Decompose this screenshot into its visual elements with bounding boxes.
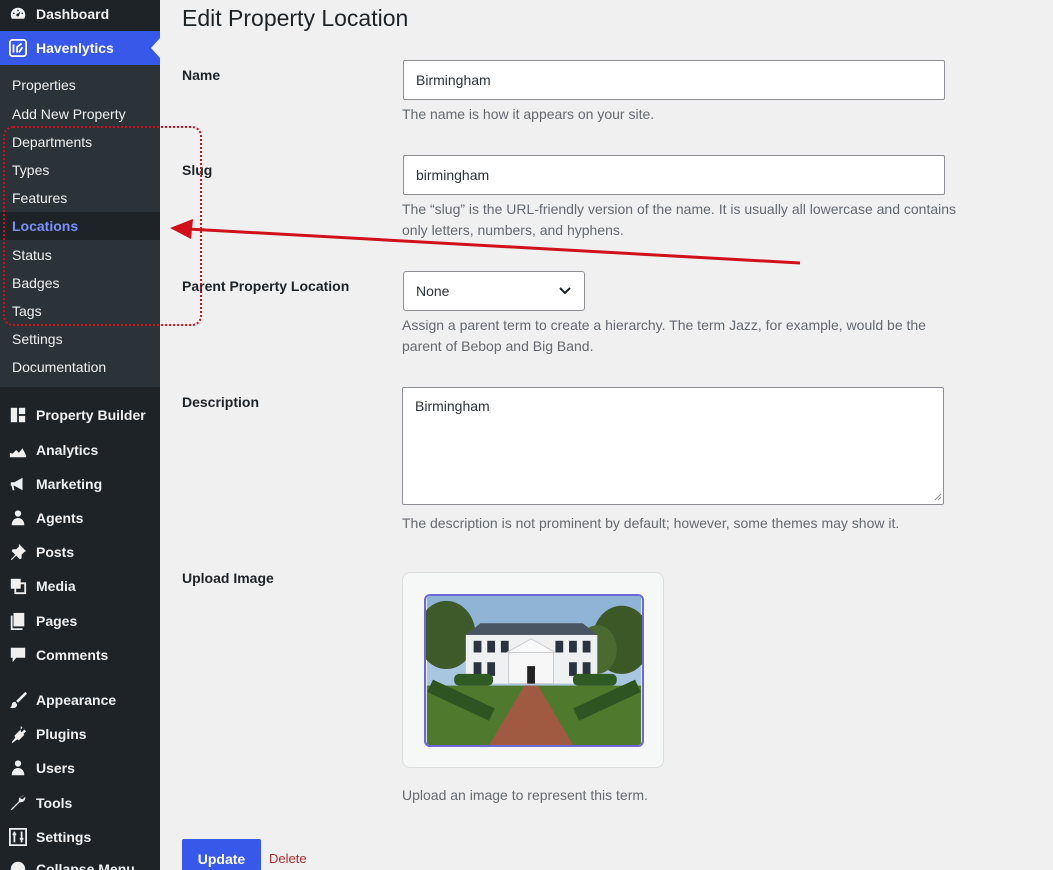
menu-item-users[interactable]: Users	[0, 751, 160, 785]
admin-sidebar: Dashboard Havenlytics Properties Add New…	[0, 0, 160, 870]
havenlytics-submenu: Properties Add New Property Departments …	[0, 65, 160, 387]
pages-icon	[9, 612, 27, 630]
menu-item-collapse[interactable]: Collapse Menu	[0, 852, 160, 870]
menu-item-label: Plugins	[36, 726, 87, 742]
dashboard-icon	[9, 5, 27, 23]
menu-item-label: Dashboard	[36, 6, 110, 22]
menu-item-label: Users	[36, 760, 75, 776]
menu-item-plugins[interactable]: Plugins	[0, 717, 160, 751]
menu-item-label: Media	[36, 578, 76, 594]
description-label: Description	[182, 394, 260, 410]
parent-label: Parent Property Location	[182, 278, 350, 294]
submenu-types[interactable]: Types	[0, 156, 160, 184]
description-textarea[interactable]: Birmingham	[402, 387, 944, 505]
plug-icon	[9, 725, 27, 743]
menu-item-havenlytics[interactable]: Havenlytics	[0, 31, 160, 65]
menu-item-appearance[interactable]: Appearance	[0, 683, 160, 717]
menu-item-pages[interactable]: Pages	[0, 604, 160, 638]
submenu-badges[interactable]: Badges	[0, 269, 160, 297]
menu-item-label: Analytics	[36, 442, 99, 458]
menu-item-marketing[interactable]: Marketing	[0, 467, 160, 501]
submenu-settings[interactable]: Settings	[0, 325, 160, 353]
menu-item-dashboard[interactable]: Dashboard	[0, 0, 160, 31]
menu-item-label: Havenlytics	[36, 40, 114, 56]
house-image-icon	[426, 596, 642, 745]
person-icon	[9, 509, 27, 527]
name-label: Name	[182, 67, 221, 83]
menu-item-analytics[interactable]: Analytics	[0, 433, 160, 467]
menu-item-agents[interactable]: Agents	[0, 501, 160, 535]
comment-icon	[9, 646, 27, 664]
menu-item-label: Agents	[36, 510, 84, 526]
description-help: The description is not prominent by defa…	[402, 515, 900, 531]
upload-image-label: Upload Image	[182, 570, 274, 586]
submenu-properties[interactable]: Properties	[0, 71, 160, 99]
location-image[interactable]	[424, 594, 644, 747]
parent-select[interactable]: None	[403, 271, 585, 311]
menu-item-property-builder[interactable]: Property Builder	[0, 398, 160, 432]
menu-item-label: Posts	[36, 544, 75, 560]
update-button[interactable]: Update	[182, 839, 261, 870]
page-title: Edit Property Location	[182, 5, 409, 31]
havenlytics-logo-icon	[9, 39, 27, 57]
menu-item-label: Property Builder	[36, 407, 146, 423]
menu-item-label: Marketing	[36, 476, 103, 492]
name-help: The name is how it appears on your site.	[402, 106, 655, 122]
sliders-icon	[9, 828, 27, 846]
submenu-departments[interactable]: Departments	[0, 128, 160, 156]
media-icon	[9, 577, 27, 595]
submenu-add-new-property[interactable]: Add New Property	[0, 100, 160, 128]
image-upload-card[interactable]	[402, 572, 664, 768]
slug-help: The “slug” is the URL-friendly version o…	[402, 201, 957, 238]
delete-link[interactable]: Delete	[269, 851, 307, 866]
megaphone-icon	[9, 475, 27, 493]
menu-item-label: Appearance	[36, 692, 117, 708]
menu-item-label: Pages	[36, 613, 78, 629]
menu-item-media[interactable]: Media	[0, 569, 160, 603]
parent-select-value: None	[416, 283, 450, 299]
grid-icon	[9, 406, 27, 424]
parent-help: Assign a parent term to create a hierarc…	[402, 317, 926, 354]
chevron-down-icon	[558, 283, 572, 300]
upload-image-help: Upload an image to represent this term.	[402, 787, 648, 803]
menu-item-comments[interactable]: Comments	[0, 638, 160, 672]
menu-item-label: Settings	[36, 829, 92, 845]
submenu-status[interactable]: Status	[0, 241, 160, 269]
submenu-locations[interactable]: Locations	[0, 212, 160, 240]
brush-icon	[9, 691, 27, 709]
menu-item-tools[interactable]: Tools	[0, 786, 160, 820]
main-content: Edit Property Location Name The name is …	[160, 0, 1053, 870]
submenu-tags[interactable]: Tags	[0, 297, 160, 325]
wrench-icon	[9, 794, 27, 812]
slug-input[interactable]	[403, 155, 945, 195]
active-indicator	[151, 38, 160, 58]
slug-label: Slug	[182, 162, 213, 178]
chart-icon	[9, 441, 27, 459]
users-icon	[9, 759, 27, 777]
resize-grip-icon[interactable]	[932, 491, 942, 501]
menu-item-label: Comments	[36, 647, 109, 663]
menu-item-label: Tools	[36, 795, 73, 811]
menu-item-label: Collapse Menu	[36, 861, 135, 870]
submenu-features[interactable]: Features	[0, 184, 160, 212]
submenu-documentation[interactable]: Documentation	[0, 353, 160, 381]
pin-icon	[9, 543, 27, 561]
menu-item-posts[interactable]: Posts	[0, 535, 160, 569]
collapse-icon	[9, 860, 27, 870]
menu-item-settings[interactable]: Settings	[0, 820, 160, 854]
name-input[interactable]	[403, 60, 945, 100]
